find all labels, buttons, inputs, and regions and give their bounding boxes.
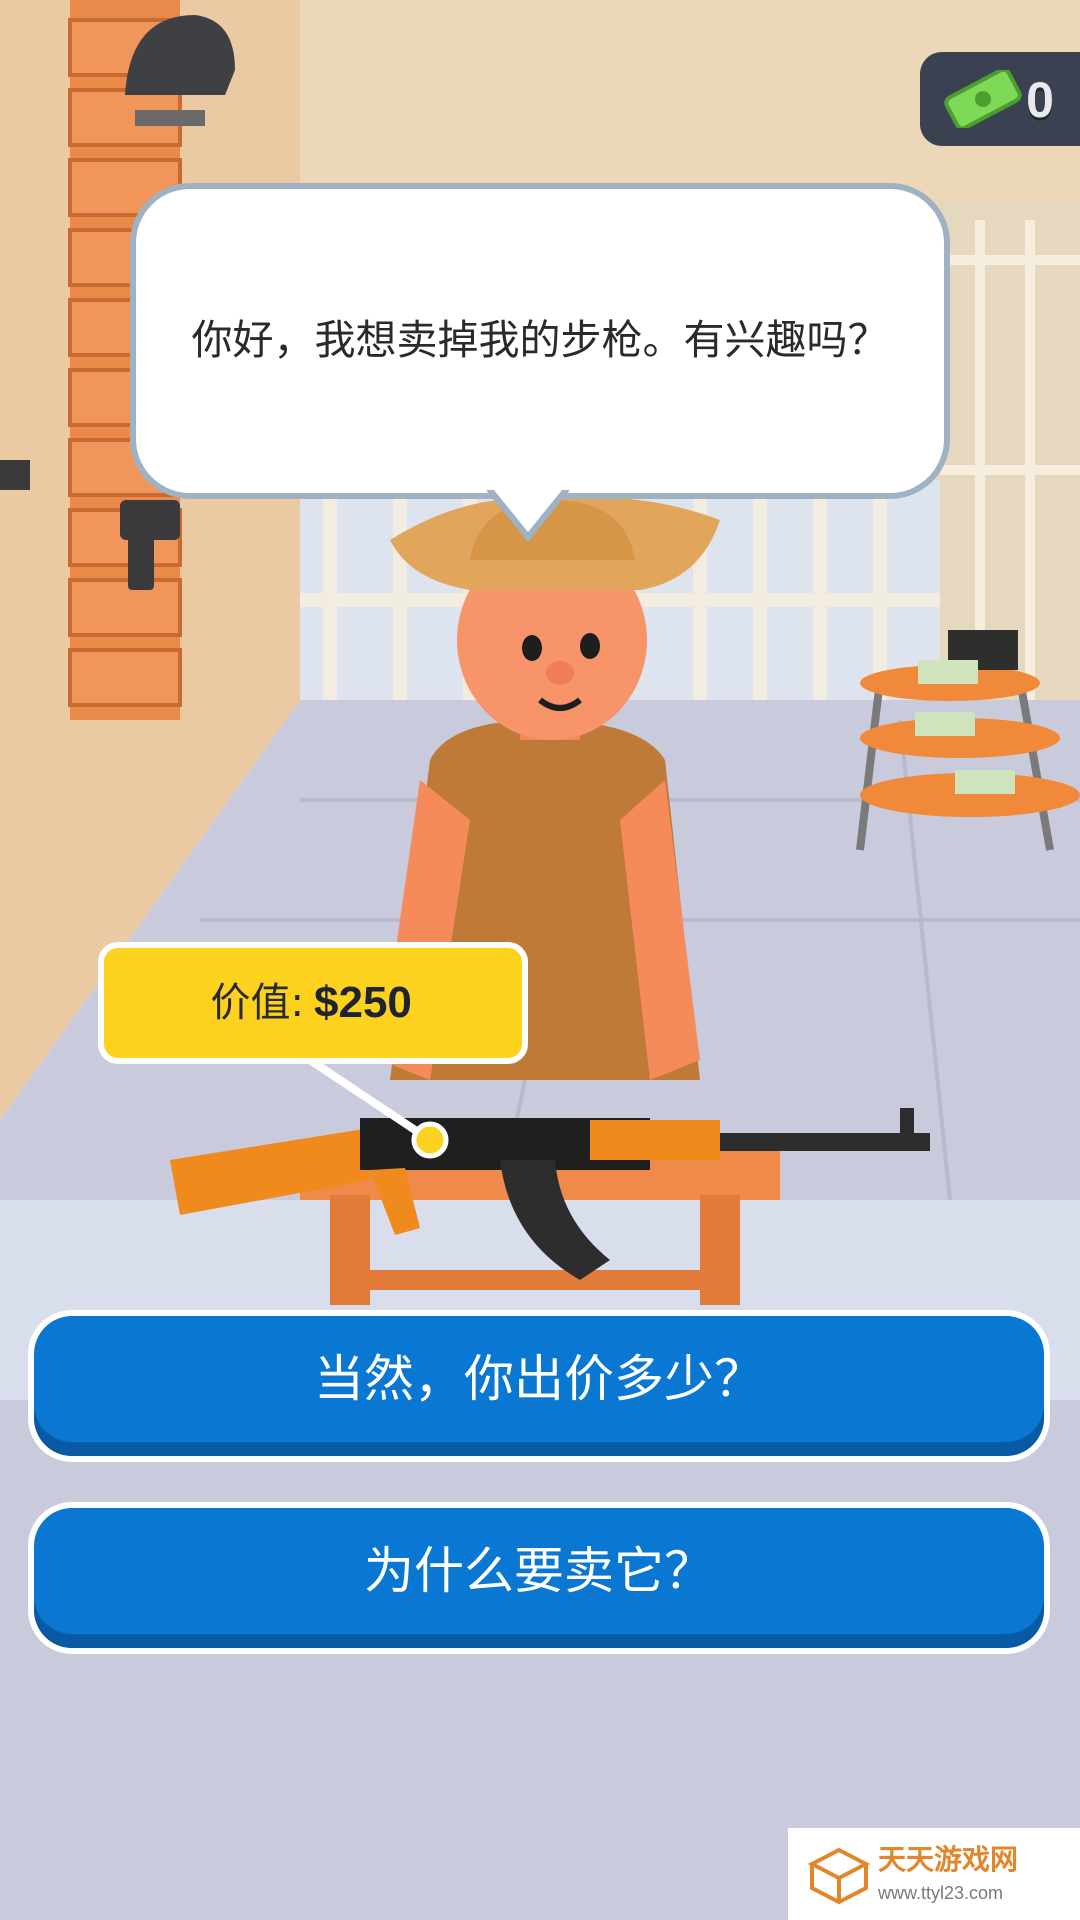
watermark-url: www.ttyl23.com <box>878 1883 1004 1903</box>
watermark-title: 天天游戏网 <box>878 1843 1019 1876</box>
nose <box>546 661 574 685</box>
value-amount: $250 <box>314 978 412 1027</box>
left-eye <box>522 635 542 661</box>
value-tag: 价值: $250 <box>98 942 528 1064</box>
value-pointer-dot <box>411 1121 449 1159</box>
watermark: 天天游戏网 www.ttyl23.com <box>788 1828 1080 1920</box>
speech-text: 你好，我想卖掉我的步枪。有兴趣吗？ <box>191 316 889 364</box>
choice-offer-label: 当然，你出价多少？ <box>34 1316 1044 1456</box>
speech-bubble-tail-fill <box>494 490 562 532</box>
choice-offer-button[interactable]: 当然，你出价多少？ <box>28 1310 1050 1462</box>
value-label: 价值: <box>210 980 304 1026</box>
right-eye <box>580 633 600 659</box>
wall-gun-left-icon <box>0 460 30 490</box>
choice-why-sell-button[interactable]: 为什么要卖它？ <box>28 1502 1050 1654</box>
cash-stack-icon <box>918 660 978 684</box>
choice-why-sell-label: 为什么要卖它？ <box>34 1508 1044 1648</box>
cash-value: 0 <box>1026 72 1054 128</box>
watermark-logo-icon <box>808 1848 870 1904</box>
